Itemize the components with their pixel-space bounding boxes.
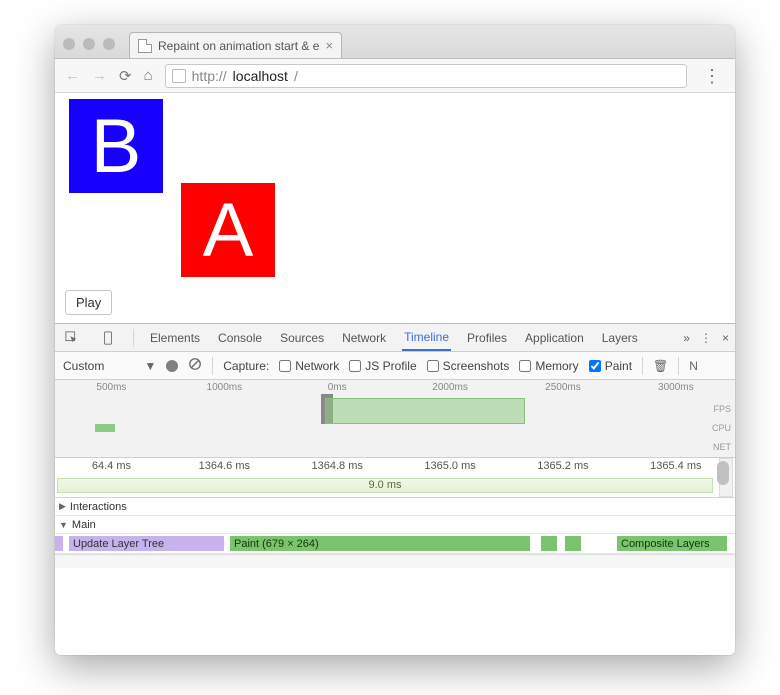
capture-paint[interactable]: Paint (589, 359, 632, 373)
tabs-overflow-icon[interactable]: » (683, 331, 690, 345)
capture-network[interactable]: Network (279, 359, 339, 373)
demo-block-b: B (69, 99, 163, 193)
divider (133, 329, 134, 347)
reload-icon[interactable]: ⟳ (119, 67, 132, 85)
back-icon[interactable]: ← (65, 67, 80, 84)
devtools-panel: Elements Console Sources Network Timelin… (55, 323, 735, 655)
flame-footer (55, 554, 735, 568)
flame-chart: ▶ Interactions ▼ Main Update Layer Tree … (55, 498, 735, 568)
browser-tab[interactable]: Repaint on animation start & e × (129, 32, 342, 58)
device-toggle-icon[interactable] (97, 331, 119, 345)
track-main[interactable]: ▼ Main (55, 516, 735, 534)
clear-icon[interactable] (188, 357, 202, 374)
seg-update-layer-tree[interactable]: Update Layer Tree (69, 536, 224, 551)
page-icon (138, 39, 152, 53)
tab-console[interactable]: Console (216, 325, 264, 350)
seg-paint[interactable]: Paint (679 × 264) (230, 536, 530, 551)
seg-prefix[interactable] (55, 536, 63, 551)
close-window-icon[interactable] (63, 38, 75, 50)
tab-profiles[interactable]: Profiles (465, 325, 509, 350)
timeline-overview[interactable]: 500ms 1000ms 0ms 2000ms 2500ms 3000ms FP… (55, 380, 735, 458)
overview-ticks: 500ms 1000ms 0ms 2000ms 2500ms 3000ms (55, 382, 735, 393)
trash-icon[interactable]: 🗑 (653, 359, 668, 373)
divider (642, 357, 643, 375)
capture-memory[interactable]: Memory (519, 359, 578, 373)
home-icon[interactable]: ⌂ (144, 67, 153, 84)
seg-composite[interactable]: Composite Layers (617, 536, 727, 551)
titlebar: Repaint on animation start & e × (55, 25, 735, 59)
tab-timeline[interactable]: Timeline (402, 324, 451, 351)
capture-label: Capture: (223, 359, 269, 373)
demo-block-a: A (181, 183, 275, 277)
minimize-window-icon[interactable] (83, 38, 95, 50)
browser-window: Repaint on animation start & e × ← → ⟳ ⌂… (55, 25, 735, 655)
url-path: / (294, 68, 298, 84)
overview-activity (95, 424, 115, 432)
tab-network[interactable]: Network (340, 325, 388, 350)
ruler-ticks: 64.4 ms 1364.6 ms 1364.8 ms 1365.0 ms 13… (55, 460, 735, 472)
devtools-menu-icon[interactable]: ⋮ (700, 331, 712, 345)
tab-title: Repaint on animation start & e (158, 39, 319, 53)
divider (678, 357, 679, 375)
seg-paint-small[interactable] (541, 536, 557, 551)
capture-jsprofile[interactable]: JS Profile (349, 359, 416, 373)
scrollbar-track[interactable] (719, 458, 733, 497)
disclosure-icon[interactable]: ▶ (59, 501, 66, 512)
inspect-icon[interactable] (61, 331, 83, 345)
play-button[interactable]: Play (65, 290, 112, 315)
site-info-icon[interactable] (172, 69, 186, 83)
tab-layers[interactable]: Layers (600, 325, 640, 350)
tab-application[interactable]: Application (523, 325, 586, 350)
overview-lane-labels: FPS CPU NET (712, 404, 731, 461)
traffic-lights[interactable] (63, 38, 115, 50)
overview-selection[interactable] (325, 398, 525, 424)
track-interactions[interactable]: ▶ Interactions (55, 498, 735, 516)
tab-sources[interactable]: Sources (278, 325, 326, 350)
browser-menu-icon[interactable]: ⋮ (699, 67, 725, 85)
disclosure-icon[interactable]: ▼ (59, 520, 68, 530)
forward-icon[interactable]: → (92, 67, 107, 84)
detail-ruler[interactable]: 64.4 ms 1364.6 ms 1364.8 ms 1365.0 ms 13… (55, 458, 735, 498)
divider (212, 357, 213, 375)
nav-toolbar: ← → ⟳ ⌂ http:// localhost / ⋮ (55, 59, 735, 93)
mode-label: Custom (63, 359, 104, 373)
devtools-tabstrip: Elements Console Sources Network Timelin… (55, 324, 735, 352)
overflow-hint: N (689, 359, 698, 373)
mode-caret-icon[interactable]: ▼ (144, 359, 156, 373)
zoom-window-icon[interactable] (103, 38, 115, 50)
url-host: localhost (233, 68, 288, 84)
page-viewport: B A Play (55, 93, 735, 323)
record-button[interactable] (166, 360, 178, 372)
tab-elements[interactable]: Elements (148, 325, 202, 350)
range-bar: 9.0 ms (57, 478, 713, 493)
devtools-close-icon[interactable]: × (722, 331, 729, 345)
address-bar[interactable]: http:// localhost / (165, 64, 687, 88)
tab-close-icon[interactable]: × (325, 38, 333, 53)
seg-paint-small[interactable] (565, 536, 581, 551)
timeline-toolbar: Custom ▼ Capture: Network JS Profile Scr… (55, 352, 735, 380)
scrollbar-thumb[interactable] (717, 461, 729, 485)
url-scheme: http:// (192, 68, 227, 84)
capture-screenshots[interactable]: Screenshots (427, 359, 510, 373)
flame-row[interactable]: Update Layer Tree Paint (679 × 264) Comp… (55, 534, 735, 554)
